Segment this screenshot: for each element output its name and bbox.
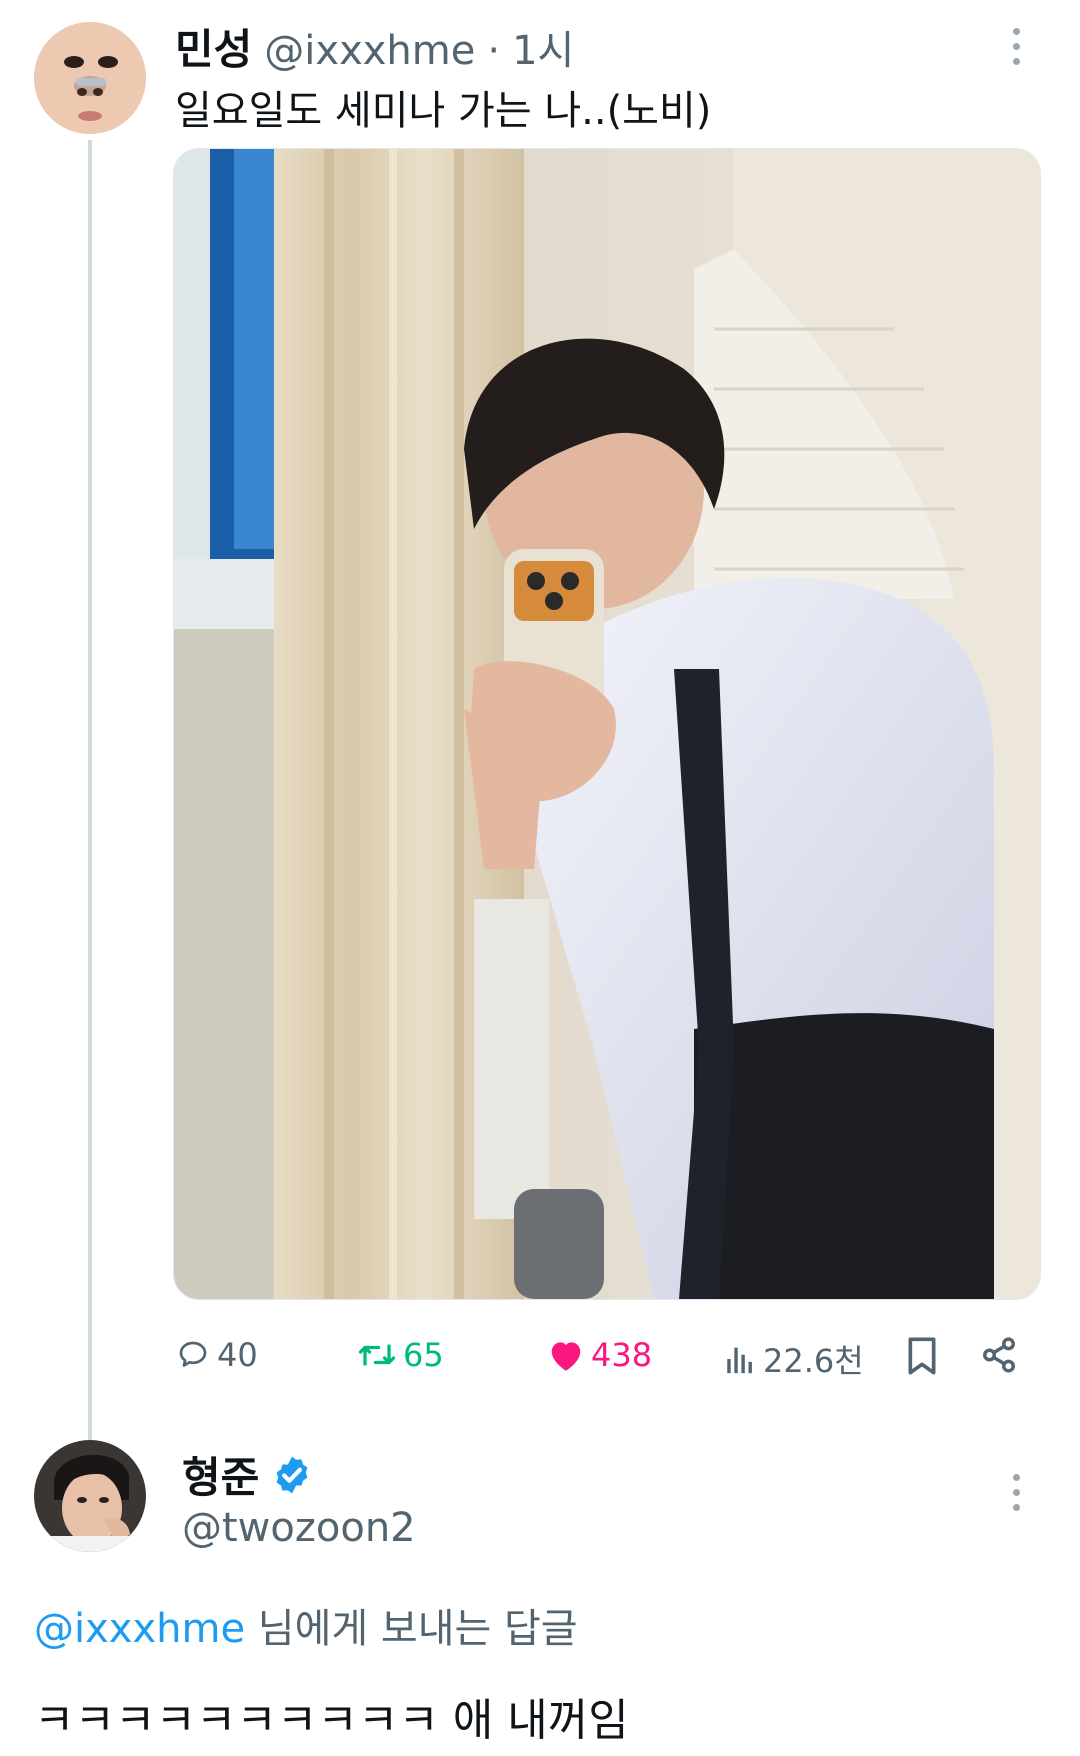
tweet-action-bar: 40 65 438 22.6천	[175, 1336, 1055, 1400]
retweet-icon	[358, 1344, 396, 1366]
views-button[interactable]: 22.6천	[723, 1336, 864, 1382]
more-icon[interactable]	[1006, 1474, 1026, 1511]
reply-author-name[interactable]: 형준	[182, 1444, 259, 1505]
views-icon	[727, 1347, 752, 1374]
thread-connector-line	[88, 140, 92, 1440]
like-count: 438	[591, 1336, 653, 1374]
tweet-photo[interactable]	[173, 148, 1041, 1300]
reply-text: ㅋㅋㅋㅋㅋㅋㅋㅋㅋㅋ 애 내꺼임	[34, 1695, 629, 1746]
views-count: 22.6천	[763, 1342, 864, 1380]
author-handle[interactable]: @ixxxhme	[264, 28, 475, 74]
reply-header: 형준	[182, 1444, 313, 1505]
mirror-selfie-image	[174, 149, 1040, 1299]
heart-icon	[551, 1342, 581, 1371]
avatar-hyeongjun[interactable]	[34, 1440, 146, 1552]
like-button[interactable]: 438	[547, 1336, 652, 1374]
tweet-time[interactable]: 1시	[512, 18, 574, 76]
retweet-count: 65	[403, 1336, 444, 1374]
retweet-button[interactable]: 65	[357, 1336, 444, 1374]
verified-badge-icon	[276, 1456, 308, 1493]
tweet-header: 민성 @ixxxhme · 1시	[175, 16, 574, 77]
reply-count: 40	[217, 1336, 258, 1374]
replying-to-mention-link[interactable]: @ixxxhme	[34, 1606, 245, 1652]
comment-icon	[179, 1341, 207, 1367]
replying-to-label: 님에게 보내는 답글	[245, 1606, 578, 1652]
separator-dot: ·	[487, 28, 501, 74]
bookmark-button[interactable]	[905, 1336, 939, 1376]
share-icon	[983, 1337, 1015, 1373]
more-icon[interactable]	[1006, 28, 1026, 65]
replying-to-line: @ixxxhme 님에게 보내는 답글	[34, 1596, 578, 1654]
author-name[interactable]: 민성	[175, 16, 252, 77]
reply-button[interactable]: 40	[175, 1336, 258, 1374]
bookmark-icon	[908, 1337, 936, 1375]
share-button[interactable]	[980, 1336, 1018, 1374]
tweet-text: 일요일도 세미나 가는 나..(노비)	[175, 88, 712, 134]
avatar-minseong[interactable]	[34, 22, 146, 134]
reply-author-handle[interactable]: @twozoon2	[182, 1505, 416, 1551]
